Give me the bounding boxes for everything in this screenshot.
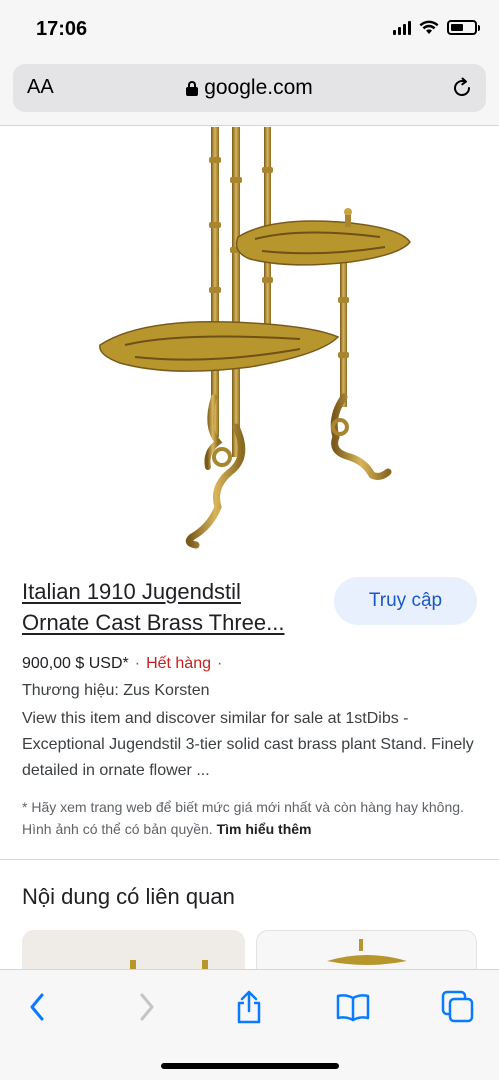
visit-button[interactable]: Truy cập <box>334 577 477 625</box>
back-icon <box>30 993 44 1021</box>
product-description: View this item and discover similar for … <box>22 710 474 779</box>
related-card-thumbnail <box>327 939 407 965</box>
product-image[interactable] <box>0 127 499 552</box>
related-content-heading: Nội dung có liên quan <box>22 884 235 909</box>
cellular-signal-icon <box>393 20 411 35</box>
product-title-line1: Italian 1910 Jugendstil <box>22 579 241 604</box>
url-field[interactable]: AA google.com <box>13 64 486 112</box>
related-card-thumbnail <box>130 960 208 970</box>
bookmarks-icon <box>336 994 370 1022</box>
brass-plant-stand-illustration <box>99 127 411 549</box>
url-text: google.com <box>204 76 313 99</box>
lock-icon <box>186 81 199 96</box>
price-disclaimer: * Hãy xem trang web để biết mức giá mới … <box>22 796 472 840</box>
share-button[interactable] <box>229 990 269 1024</box>
status-icons <box>393 20 480 35</box>
home-indicator[interactable] <box>161 1063 339 1069</box>
forward-icon <box>140 993 154 1021</box>
section-divider <box>0 859 499 860</box>
forward-button[interactable] <box>126 990 166 1024</box>
reload-icon[interactable] <box>450 76 474 100</box>
wifi-icon <box>419 20 439 34</box>
related-card[interactable] <box>22 930 245 970</box>
browser-address-area: AA google.com <box>0 60 499 126</box>
share-icon <box>237 990 261 1024</box>
learn-more-link[interactable]: Tìm hiểu thêm <box>217 821 312 837</box>
price-line: 900,00 $ USD* · Hết hàng · <box>22 655 228 673</box>
back-button[interactable] <box>18 990 58 1024</box>
stock-status: Hết hàng <box>146 655 211 672</box>
tabs-icon <box>441 990 474 1023</box>
related-card[interactable] <box>256 930 477 970</box>
product-title-line2: Ornate Cast Brass Three... <box>22 610 285 635</box>
battery-icon <box>447 20 480 35</box>
status-bar: 17:06 <box>0 0 499 60</box>
tabs-button[interactable] <box>438 990 478 1024</box>
separator-dot: · <box>134 655 141 672</box>
separator-dot-2: · <box>217 655 223 672</box>
price: 900,00 $ USD* <box>22 655 129 672</box>
product-title-link[interactable]: Italian 1910 Jugendstil Ornate Cast Bras… <box>22 576 322 638</box>
url-display[interactable]: google.com <box>13 76 486 100</box>
bookmarks-button[interactable] <box>333 990 373 1024</box>
brand-line: Thương hiệu: Zus Korsten <box>22 682 210 699</box>
status-time: 17:06 <box>36 18 88 40</box>
